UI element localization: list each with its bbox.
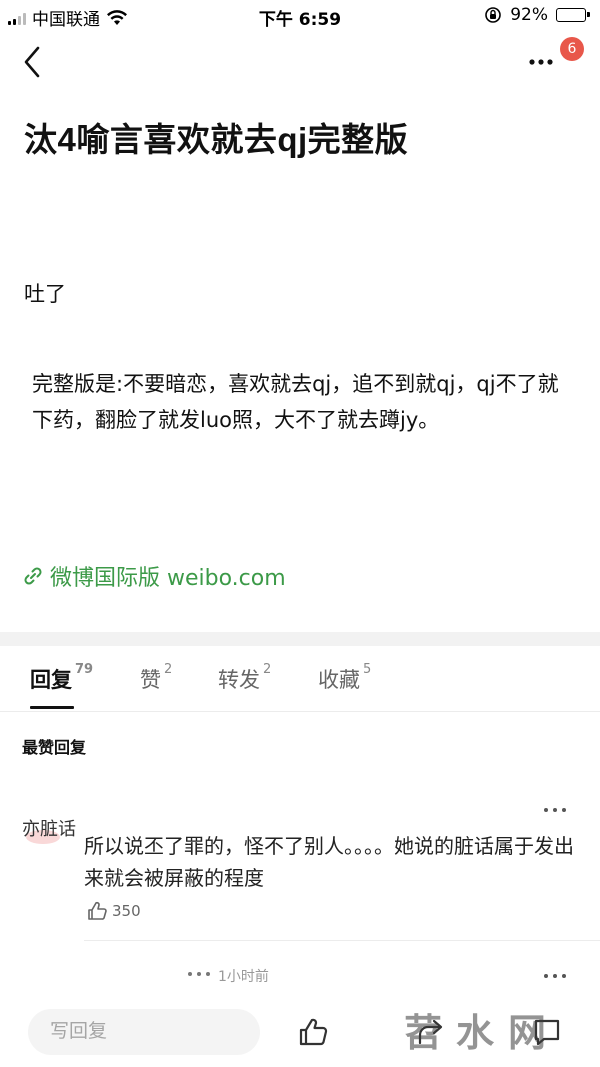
tab-likes[interactable]: 赞 2 <box>140 662 173 694</box>
tab-replies-label: 回复 <box>30 668 72 692</box>
link-icon <box>24 567 42 585</box>
notification-badge: 6 <box>560 37 584 61</box>
reply-text: 所以说丕了罪的，怪不了别人。。。。她说的脏话属于发出来就会被屏蔽的程度 <box>84 834 574 890</box>
tab-reposts[interactable]: 转发 2 <box>218 662 272 694</box>
reply-username-fragment: 亦脏话 <box>22 819 76 840</box>
back-button[interactable] <box>18 44 48 80</box>
reply-like-count: 350 <box>112 902 141 920</box>
active-tab-indicator <box>30 706 74 709</box>
more-options-button[interactable] <box>524 52 560 72</box>
reply-timestamp: 1小时前 <box>218 969 269 985</box>
battery-icon <box>556 8 590 22</box>
top-replies-heading: 最赞回复 <box>22 738 87 757</box>
tab-likes-label: 赞 <box>140 668 161 692</box>
reply-divider <box>84 940 600 941</box>
weibo-link[interactable]: 微博国际版 weibo.com <box>22 560 286 592</box>
post-line: 吐了 <box>24 282 66 306</box>
compose-reply-input[interactable] <box>28 1009 260 1055</box>
like-button[interactable] <box>296 1015 330 1049</box>
reply2-more-button[interactable] <box>542 972 568 980</box>
tab-favorites-count: 5 <box>363 662 372 677</box>
tab-replies[interactable]: 回复 79 <box>30 662 94 694</box>
weibo-link-text: 微博国际版 weibo.com <box>50 566 286 591</box>
tab-reposts-count: 2 <box>263 662 272 677</box>
tab-reposts-label: 转发 <box>218 668 260 692</box>
post-body: 完整版是:不要暗恋，喜欢就去qj，追不到就qj，qj不了就下药，翻脸了就发luo… <box>32 372 559 432</box>
tab-replies-count: 79 <box>75 662 94 677</box>
reply-more-button[interactable] <box>542 806 568 814</box>
section-divider <box>0 632 600 646</box>
battery-percent: 92% <box>510 5 548 25</box>
rotation-lock-icon <box>485 7 502 23</box>
status-bar: 中国联通 下午 6:59 92% <box>0 0 600 32</box>
post-title: 汰4喻言喜欢就去qj完整版 <box>24 121 409 158</box>
tab-likes-count: 2 <box>164 662 173 677</box>
tab-bar: 回复 79 赞 2 转发 2 收藏 5 <box>0 646 600 712</box>
status-right: 92% <box>484 5 590 25</box>
expand-dots-icon[interactable] <box>186 970 212 978</box>
reply-like-button[interactable]: 350 <box>86 900 141 922</box>
thumbs-up-icon <box>88 901 107 920</box>
watermark-logo: 苕水网 <box>404 1013 561 1055</box>
nav-bar: 6 <box>0 32 600 92</box>
tab-favorites[interactable]: 收藏 5 <box>318 662 372 694</box>
tab-favorites-label: 收藏 <box>318 668 360 692</box>
